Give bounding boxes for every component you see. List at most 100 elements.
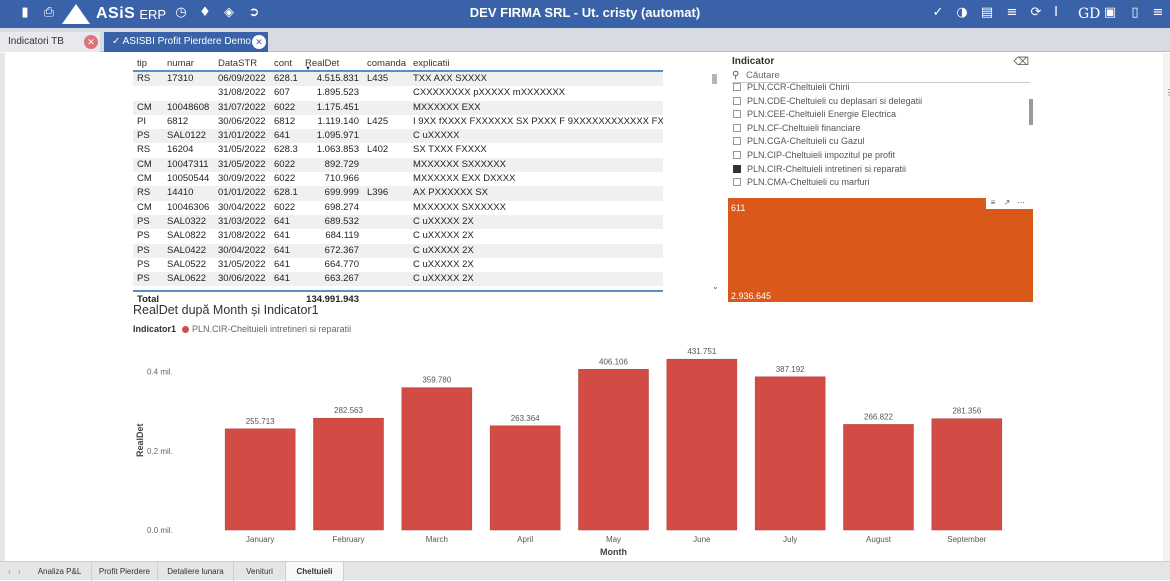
col-tip[interactable]: tip <box>137 58 165 69</box>
slicer-item[interactable]: PLN.CEE-Cheltuieli Energie Electrica <box>733 109 896 122</box>
cell-cont: 607 <box>274 87 290 99</box>
slicer-item[interactable]: PLN.CCR-Cheltuieli Chirii <box>733 82 850 95</box>
checkbox[interactable] <box>733 164 741 173</box>
app-logo[interactable]: ASiS ERP <box>62 3 166 25</box>
slicer-item[interactable]: PLN.CIR-Cheltuieli intretineri si repara… <box>733 164 906 177</box>
prev-page-icon[interactable]: ‹ <box>8 562 11 581</box>
slicer-item[interactable]: PLN.CF-Cheltuieli financiare <box>733 123 861 136</box>
chart-bar[interactable] <box>666 358 738 531</box>
page-tab[interactable]: Analiza P&L <box>28 562 92 581</box>
checkbox[interactable] <box>733 178 741 187</box>
table-row[interactable]: PS SAL0622 30/06/2022 641 663.267 C uXXXXX 2X <box>133 272 663 287</box>
value-card[interactable]: 611 2.936.645 ≡ ↗ ⋯ <box>728 197 1033 302</box>
chart-bar[interactable] <box>754 376 826 531</box>
table-row[interactable]: CM 10048608 31/07/2022 6022 1.175.451 MXXXXXX… <box>133 100 663 115</box>
cell-realdet: 664.770 <box>324 258 359 270</box>
chart-bar[interactable] <box>578 369 649 531</box>
bell-icon[interactable]: ♦ <box>197 5 213 21</box>
chart-bar[interactable] <box>843 424 914 531</box>
user-initials[interactable]: GD <box>1078 6 1100 22</box>
next-page-icon[interactable]: › <box>18 562 21 581</box>
table-row[interactable]: RS 16204 31/05/2022 628.3 1.063.853 L402 SX TX… <box>133 143 663 157</box>
close-icon[interactable]: ✕ <box>84 35 98 49</box>
slicer-item[interactable]: PLN.CIP-Cheltuieli impozitul pe profit <box>733 150 895 163</box>
pie-icon[interactable]: ◑ <box>954 5 970 21</box>
cell-datastr: 30/04/2022 <box>218 244 266 256</box>
chart-bar[interactable] <box>401 387 473 531</box>
cell-cont: 641 <box>274 230 290 242</box>
close-icon[interactable]: ✕ <box>252 35 266 49</box>
col-numar[interactable]: numar <box>167 58 217 69</box>
table-row[interactable]: RS 14410 01/01/2022 628.1 699.999 L396 AX PXXX… <box>133 186 663 201</box>
table-row[interactable]: PS SAL0122 31/01/2022 641 1.095.971 C uXXXXX <box>133 129 663 144</box>
checkbox[interactable] <box>733 151 741 159</box>
col-datastr[interactable]: DataSTR <box>218 58 272 69</box>
table-row[interactable]: RS 17310 06/09/2022 628.1 4.515.831 L435 TXX A… <box>133 72 663 87</box>
more-options-icon[interactable]: ⋮ <box>1165 88 1170 97</box>
list-icon[interactable]: ≡ <box>1004 5 1020 21</box>
exit-icon[interactable]: ➲ <box>246 5 262 21</box>
refresh-icon[interactable]: ⟳ <box>1028 5 1044 21</box>
truck-icon[interactable]: ▣ <box>1102 5 1118 21</box>
col-cont[interactable]: cont <box>274 58 306 69</box>
page-tab[interactable]: Detaliere lunara <box>158 562 234 581</box>
table-row[interactable]: PS SAL0322 31/03/2022 641 689.532 C uXXXXX 2X <box>133 214 663 230</box>
table-row[interactable]: PS SAL0822 31/08/2022 641 684.119 C uXXXXX 2X <box>133 229 663 243</box>
expand-icon[interactable]: ↗ <box>1000 197 1014 209</box>
cell-tip: CM <box>137 201 152 213</box>
checkbox[interactable] <box>733 110 741 119</box>
checkbox[interactable] <box>733 96 741 105</box>
slicer-scrollbar[interactable] <box>1029 99 1033 125</box>
cell-realdet: 1.175.451 <box>316 101 359 113</box>
table-row[interactable]: 31/08/2022 607 1.895.523 CXXXXXXXX pXXXXX m… <box>133 86 663 100</box>
col-realdet[interactable]: RealDet <box>305 58 359 69</box>
table-row[interactable]: PI 6812 30/06/2022 6812 1.119.140 L425 I 9XX f… <box>133 115 663 129</box>
table-row[interactable]: CM 10046306 30/04/2022 6022 698.274 MXXXXXX S… <box>133 201 663 215</box>
slicer-item[interactable]: PLN.CDE-Cheltuieli cu deplasari si deleg… <box>733 96 922 109</box>
chart-bar[interactable] <box>931 418 1003 531</box>
col-comanda[interactable]: comanda <box>367 58 407 69</box>
menu-icon[interactable]: ≡ <box>1150 5 1166 21</box>
paint-bucket-icon[interactable]: ◈ <box>221 5 237 21</box>
page-tab[interactable]: Venituri <box>234 562 286 581</box>
check-icon[interactable]: ✓ <box>930 5 946 21</box>
chart-bar[interactable] <box>224 428 296 531</box>
data-label: 282.563 <box>334 406 363 415</box>
tab-indicatori-tb[interactable]: Indicatori TB ✕ <box>0 32 100 52</box>
slicer-item[interactable]: PLN.CGA-Cheltuieli cu Gazul <box>733 136 865 149</box>
table-row[interactable]: CM 10047311 31/05/2022 6022 892.729 MXXXXXX S… <box>133 157 663 173</box>
legend-item[interactable]: PLN.CIR-Cheltuieli intretineri si repara… <box>192 324 351 334</box>
y-tick-label: 0.0 mil. <box>147 526 173 535</box>
legend-title: Indicator1 <box>133 324 177 334</box>
tab-profit-pierdere[interactable]: ✓ ASISBI Profit Pierdere Demo ✕ <box>104 32 268 52</box>
chart-bar[interactable] <box>313 417 384 531</box>
chart-bar[interactable] <box>489 425 561 531</box>
more-icon[interactable]: ⋯ <box>1014 197 1028 209</box>
eraser-icon[interactable]: ⌫ <box>1013 55 1029 68</box>
checkbox[interactable] <box>733 123 741 132</box>
file-icon[interactable]: ▮ <box>17 5 33 21</box>
slicer-item[interactable]: PLN.CMA-Cheltuieli cu marfuri <box>733 177 870 190</box>
phone-icon[interactable]: ▯ <box>1127 5 1143 21</box>
checkbox[interactable] <box>733 83 741 91</box>
table-scrollbar[interactable] <box>712 70 718 292</box>
cell-tip: CM <box>137 173 152 185</box>
page-tab[interactable]: Profit Pierdere <box>92 562 158 581</box>
dashboard-icon[interactable]: ◷ <box>173 5 189 21</box>
cell-comanda: L396 <box>367 187 389 199</box>
col-explicatii[interactable]: explicatii <box>413 58 663 69</box>
slicer-item-label: PLN.CGA-Cheltuieli cu Gazul <box>747 136 865 147</box>
filter-icon[interactable]: ≡ <box>986 197 1000 209</box>
book-icon[interactable]: ▤ <box>979 5 995 21</box>
x-tick-label: February <box>332 535 364 544</box>
page-tab[interactable]: Cheltuieli <box>286 562 344 581</box>
cell-tip: PS <box>137 273 150 285</box>
chevron-down-icon[interactable]: ⌄ <box>712 282 719 291</box>
table-row[interactable]: CM 10050544 30/09/2022 6022 710.966 MXXXXXX E… <box>133 172 663 186</box>
table-row[interactable]: PS SAL0422 30/04/2022 641 672.367 C uXXXXX 2X <box>133 243 663 258</box>
cell-explicatii: MXXXXXX EXX DXXXX <box>413 173 516 185</box>
cell-cont: 628.3 <box>274 144 298 156</box>
print-icon[interactable]: ⎙ <box>41 5 57 21</box>
table-row[interactable]: PS SAL0522 31/05/2022 641 664.770 C uXXXXX 2X <box>133 258 663 272</box>
checkbox[interactable] <box>733 137 741 146</box>
